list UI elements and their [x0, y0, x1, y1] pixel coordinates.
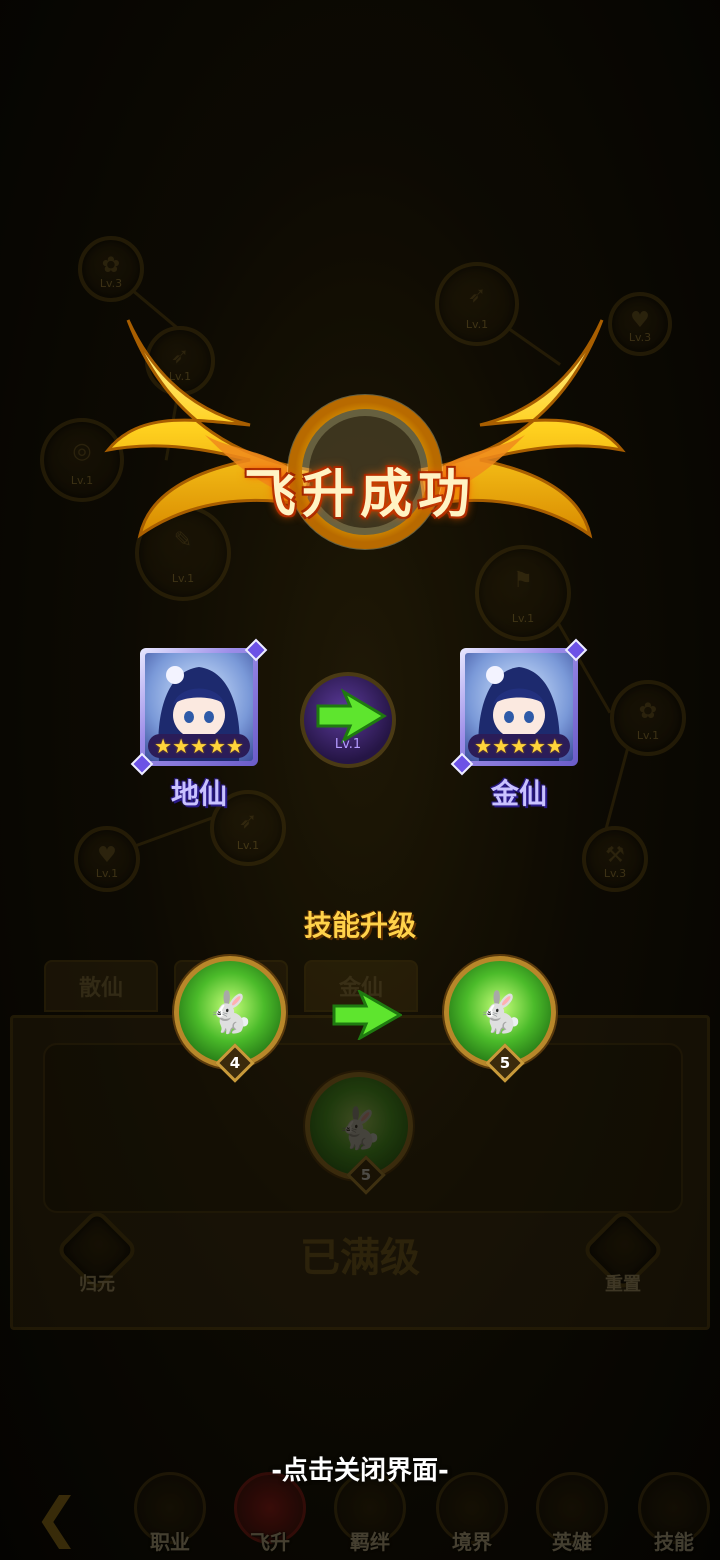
- ascend-arrow-orb: Lv.1: [300, 672, 396, 768]
- arrow-right-icon: [332, 990, 402, 1040]
- rank-before-label: 地仙: [170, 777, 227, 810]
- skill-icon-after: 🐇 5: [444, 956, 556, 1083]
- hero-card-before: ★ ★ ★ ★ ★: [130, 638, 268, 776]
- rabbit-icon: 🐇: [475, 990, 525, 1036]
- star-rating: ★ ★ ★ ★ ★: [468, 734, 570, 758]
- hero-card-after: ★ ★ ★ ★ ★: [450, 638, 588, 776]
- skill-icon-before: 🐇 4: [174, 956, 286, 1083]
- ascension-success-screen[interactable]: ✿ Lv.3 ➶ Lv.1 ➶ Lv.1 ♥ Lv.3 ◎ Lv.1 ✎ Lv.1 ⚑ Lv.…: [0, 0, 720, 1560]
- ascension-success-title: 飞升成功: [243, 464, 476, 525]
- rank-after-label: 金仙: [490, 777, 547, 810]
- tap-to-close-hint[interactable]: -点击关闭界面-: [0, 1450, 720, 1487]
- rabbit-icon: 🐇: [205, 990, 255, 1036]
- star-rating: ★ ★ ★ ★ ★: [148, 734, 250, 758]
- golden-wings-emblem: [104, 319, 626, 550]
- dim-overlay: [0, 0, 720, 1560]
- skill-upgrade-title: 技能升级: [303, 909, 416, 942]
